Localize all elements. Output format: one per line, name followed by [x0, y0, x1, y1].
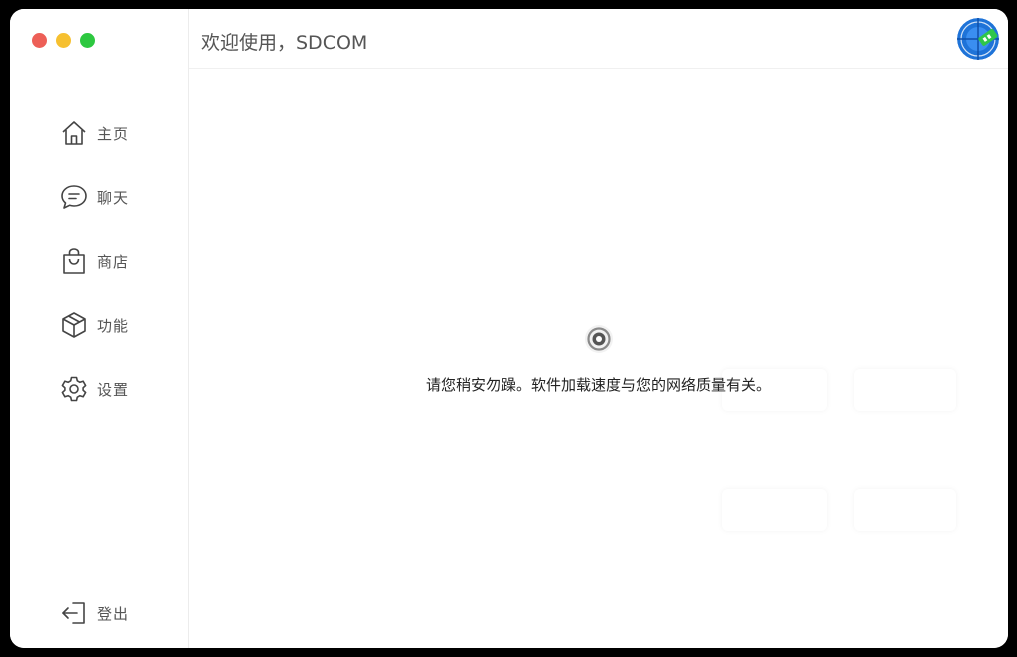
gear-icon — [59, 374, 89, 404]
placeholder-card — [854, 489, 956, 531]
sidebar: 主页 聊天 商店 功能 设置 登出 — [10, 9, 189, 648]
maximize-window-button[interactable] — [80, 33, 95, 48]
sidebar-item-label: 设置 — [97, 380, 130, 399]
home-icon — [59, 118, 89, 148]
loading-message: 请您稍安勿躁。软件加载速度与您的网络质量有关。 — [425, 376, 771, 394]
sidebar-item-home[interactable]: 主页 — [59, 115, 169, 151]
avatar[interactable] — [957, 18, 999, 60]
sidebar-item-functions[interactable]: 功能 — [59, 307, 169, 343]
logout-label: 登出 — [97, 604, 130, 623]
sidebar-item-label: 主页 — [97, 124, 130, 143]
shopping-bag-icon — [59, 246, 89, 276]
placeholder-card — [722, 489, 827, 531]
chat-bubble-icon — [59, 182, 89, 212]
top-header: 欢迎使用，SDCOM — [189, 9, 1008, 69]
logout-icon — [59, 598, 89, 628]
cube-icon — [59, 310, 89, 340]
main-content: 请您稍安勿躁。软件加载速度与您的网络质量有关。 — [189, 69, 1008, 648]
sidebar-item-settings[interactable]: 设置 — [59, 371, 169, 407]
page-title: 欢迎使用，SDCOM — [201, 32, 368, 54]
app-window: 主页 聊天 商店 功能 设置 登出 欢迎使用，SDCOM 请您稍安勿躁。软件加载… — [10, 9, 1008, 648]
sidebar-item-label: 聊天 — [97, 188, 130, 207]
minimize-window-button[interactable] — [56, 33, 71, 48]
loading-spinner-icon — [584, 324, 614, 354]
logout-button[interactable]: 登出 — [59, 595, 169, 631]
sidebar-item-label: 功能 — [97, 316, 130, 335]
close-window-button[interactable] — [32, 33, 47, 48]
sidebar-item-store[interactable]: 商店 — [59, 243, 169, 279]
sidebar-item-label: 商店 — [97, 252, 130, 271]
sidebar-item-chat[interactable]: 聊天 — [59, 179, 169, 215]
